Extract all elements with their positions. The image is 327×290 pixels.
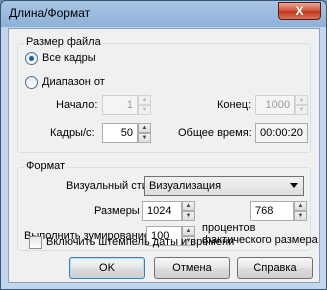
spin-down-icon[interactable]: ▼ — [294, 211, 307, 221]
all-frames-label: Все кадры — [42, 52, 96, 64]
all-frames-radio[interactable] — [25, 52, 38, 65]
start-label: Начало: — [56, 99, 98, 111]
window-title: Длина/Формат — [9, 6, 91, 20]
width-spinner[interactable]: ▲ ▼ — [182, 201, 195, 221]
title-bar: Длина/Формат X — [1, 1, 326, 25]
help-button[interactable]: Справка — [237, 257, 313, 279]
spin-up-icon[interactable]: ▲ — [138, 123, 151, 133]
dialog-window: Длина/Формат X Размер файла Все кадры Ди… — [0, 0, 327, 290]
range-label: Диапазон от — [42, 76, 105, 88]
end-label: Конец: — [217, 99, 252, 111]
end-input[interactable]: 1000 — [255, 95, 295, 115]
spin-up-icon[interactable]: ▲ — [182, 201, 195, 211]
end-spinner[interactable]: ▲ ▼ — [295, 95, 308, 115]
spin-down-icon[interactable]: ▼ — [182, 211, 195, 221]
file-size-group-title: Размер файла — [24, 36, 103, 48]
datestamp-checkbox[interactable] — [29, 236, 42, 249]
visual-style-select[interactable]: Визуализация — [144, 176, 304, 196]
fps-input[interactable]: 50 — [102, 123, 138, 143]
spin-up-icon[interactable]: ▲ — [182, 226, 195, 236]
height-spinner[interactable]: ▲ ▼ — [294, 201, 307, 221]
total-time-label: Общее время: — [178, 127, 252, 139]
datestamp-label: Включить штемпель даты и времени — [46, 236, 235, 248]
sizes-label: Размеры — [94, 205, 140, 217]
ok-button[interactable]: OK — [69, 257, 145, 279]
start-input[interactable]: 1 — [102, 95, 138, 115]
spin-up-icon[interactable]: ▲ — [294, 201, 307, 211]
chevron-down-icon — [290, 183, 298, 188]
total-time-value: 00:00:20 — [255, 123, 308, 143]
width-input[interactable]: 1024 — [142, 201, 182, 221]
visual-style-value: Визуализация — [149, 180, 222, 192]
spin-down-icon[interactable]: ▼ — [295, 105, 308, 115]
dialog-client-area: Размер файла Все кадры Диапазон от Начал… — [8, 28, 320, 283]
spin-down-icon[interactable]: ▼ — [138, 133, 151, 143]
zoom-suffix-line1: процентов — [202, 222, 256, 234]
cancel-button[interactable]: Отмена — [154, 257, 230, 279]
spin-down-icon[interactable]: ▼ — [138, 105, 151, 115]
spin-up-icon[interactable]: ▲ — [138, 95, 151, 105]
start-spinner[interactable]: ▲ ▼ — [138, 95, 151, 115]
fps-spinner[interactable]: ▲ ▼ — [138, 123, 151, 143]
spin-up-icon[interactable]: ▲ — [295, 95, 308, 105]
height-input[interactable]: 768 — [250, 201, 294, 221]
range-radio[interactable] — [25, 76, 38, 89]
format-group-title: Формат — [24, 160, 68, 172]
close-button[interactable]: X — [278, 2, 321, 20]
file-size-group: Размер файла Все кадры Диапазон от Начал… — [17, 36, 311, 153]
fps-label: Кадры/с: — [50, 127, 95, 139]
